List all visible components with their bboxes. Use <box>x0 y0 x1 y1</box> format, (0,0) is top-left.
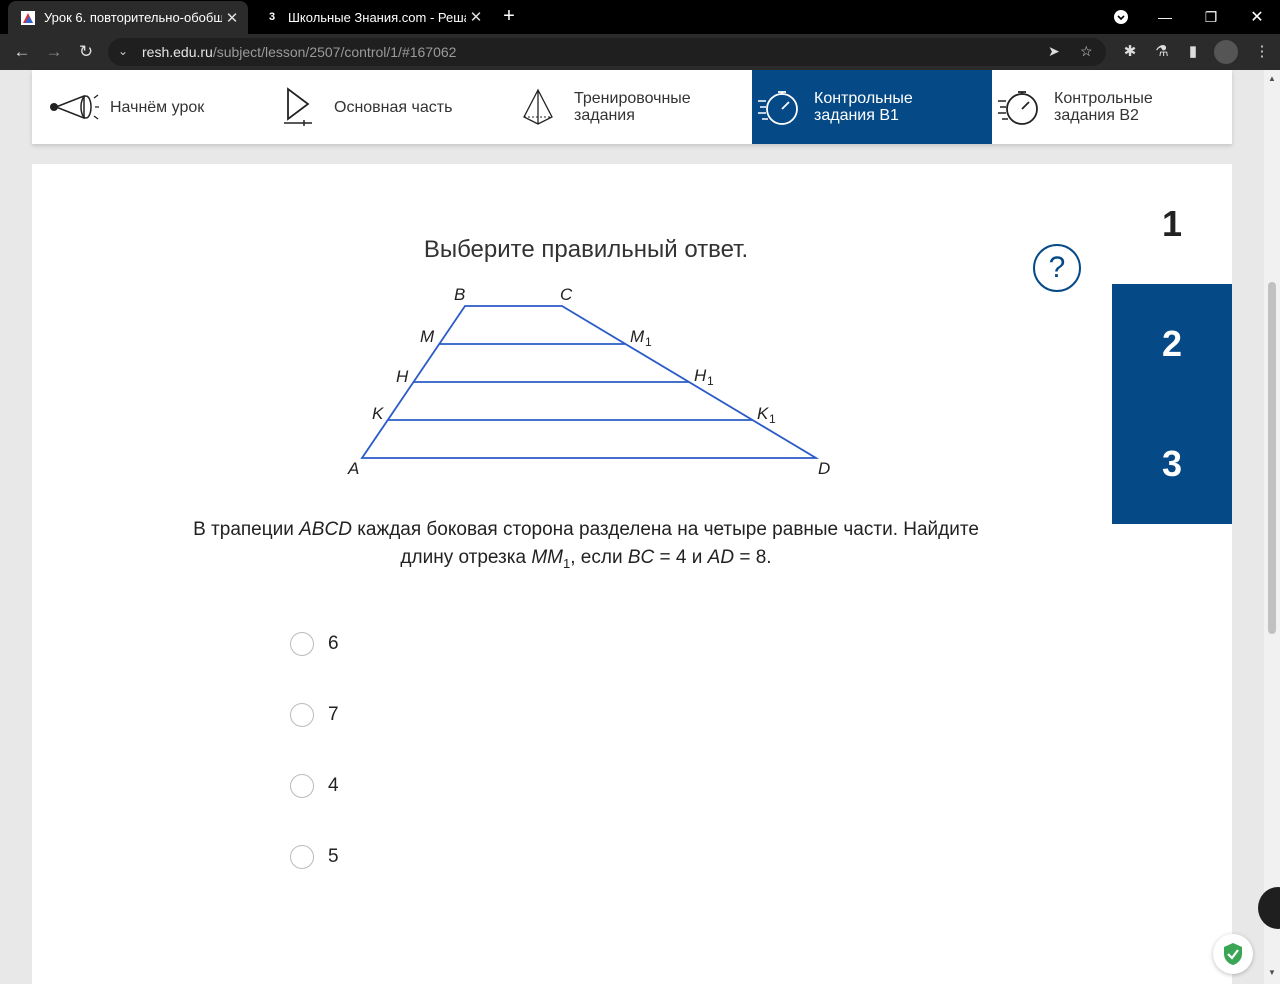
trapezoid-figure: B C M M 1 H H 1 K K 1 A D <box>330 280 850 480</box>
step-main-part[interactable]: Основная часть <box>272 70 512 144</box>
menu-dots-icon[interactable]: ⋮ <box>1252 42 1272 62</box>
new-tab-button[interactable]: + <box>498 5 520 27</box>
option-label: 7 <box>328 704 339 725</box>
step-control-b1[interactable]: Контрольные задания В1 <box>752 70 992 144</box>
label-d: D <box>818 459 830 478</box>
label-c: C <box>560 285 573 304</box>
stopwatch-icon <box>752 87 804 127</box>
option-label: 5 <box>328 846 339 867</box>
step-label: Контрольные задания В2 <box>1054 90 1153 124</box>
scroll-up-icon[interactable]: ▲ <box>1268 74 1276 83</box>
reload-button[interactable]: ↻ <box>74 40 98 64</box>
scrollbar-thumb[interactable] <box>1268 282 1276 634</box>
label-m: M <box>420 327 435 346</box>
option-label: 4 <box>328 775 339 796</box>
label-h: H <box>396 367 409 386</box>
label-k1: K <box>757 404 769 423</box>
label-h1-sub: 1 <box>707 374 714 388</box>
side-panel-icon[interactable]: ▮ <box>1183 42 1203 62</box>
browser-tab-active[interactable]: Урок 6. повторительно-обобща ✕ <box>8 1 248 34</box>
question-title: Выберите правильный ответ. <box>423 236 749 263</box>
question-number-2[interactable]: 2 <box>1112 284 1232 404</box>
answer-option[interactable]: 4 <box>290 773 339 799</box>
answer-option[interactable]: 7 <box>290 702 339 728</box>
send-icon[interactable]: ➤ <box>1048 43 1060 60</box>
lab-flask-icon[interactable]: ⚗ <box>1152 42 1172 62</box>
radio-button[interactable] <box>290 774 314 798</box>
pyramid-icon <box>512 87 564 127</box>
resh-favicon-icon <box>20 10 36 26</box>
tab-title: Школьные Знания.com - Решае <box>288 9 466 25</box>
megaphone-icon <box>48 87 100 127</box>
step-label: Тренировочные задания <box>574 90 691 124</box>
shield-check-icon[interactable] <box>1213 934 1253 974</box>
scroll-down-icon[interactable]: ▼ <box>1268 968 1276 977</box>
step-training[interactable]: Тренировочные задания <box>512 70 752 144</box>
restore-button[interactable]: ❐ <box>1196 0 1226 34</box>
url-text[interactable]: resh.edu.ru/subject/lesson/2507/control/… <box>142 44 456 60</box>
step-label: Основная часть <box>334 98 453 116</box>
forward-button[interactable]: → <box>42 40 66 64</box>
minimize-button[interactable]: — <box>1150 0 1180 34</box>
lesson-step-nav: Начнём урок Основная часть Тренировочные… <box>32 70 1232 144</box>
answer-option[interactable]: 6 <box>290 631 339 657</box>
label-k1-sub: 1 <box>769 412 776 426</box>
browser-tab[interactable]: 3 Школьные Знания.com - Решае ✕ <box>252 0 492 34</box>
site-info-icon[interactable]: ⌄ <box>118 44 128 58</box>
step-start-lesson[interactable]: Начнём урок <box>48 70 268 144</box>
page-scrollbar[interactable]: ▲ ▼ <box>1264 70 1280 984</box>
tab-search-icon[interactable] <box>1108 0 1134 34</box>
radio-button[interactable] <box>290 845 314 869</box>
browser-toolbar: ← → ↻ ⌄ resh.edu.ru/subject/lesson/2507/… <box>0 34 1280 70</box>
answer-option[interactable]: 5 <box>290 844 339 870</box>
close-tab-icon[interactable]: ✕ <box>466 8 486 26</box>
tab-title: Урок 6. повторительно-обобща <box>44 10 222 25</box>
stopwatch-icon <box>992 87 1044 127</box>
question-text: В трапеции ABCD каждая боковая сторона р… <box>193 519 979 571</box>
step-label: Контрольные задания В1 <box>814 90 913 124</box>
label-m1-sub: 1 <box>645 335 652 349</box>
help-button[interactable]: ? <box>1033 244 1081 292</box>
radio-button[interactable] <box>290 703 314 727</box>
step-label: Начнём урок <box>110 98 205 116</box>
radio-button[interactable] <box>290 632 314 656</box>
close-window-button[interactable]: ✕ <box>1242 0 1272 34</box>
play-icon <box>272 87 324 127</box>
label-m1: M <box>630 327 645 346</box>
label-h1: H <box>694 366 707 385</box>
address-bar[interactable]: ⌄ resh.edu.ru/subject/lesson/2507/contro… <box>108 38 1106 66</box>
close-tab-icon[interactable]: ✕ <box>222 9 242 27</box>
label-b: B <box>454 285 465 304</box>
label-k: K <box>372 404 384 423</box>
step-control-b2[interactable]: Контрольные задания В2 <box>992 70 1232 144</box>
question-number-1[interactable]: 1 <box>1112 164 1232 284</box>
bookmark-star-icon[interactable]: ☆ <box>1080 43 1093 60</box>
profile-avatar[interactable] <box>1214 40 1238 64</box>
browser-tab-bar: Урок 6. повторительно-обобща ✕ 3 Школьны… <box>0 0 1280 34</box>
extensions-puzzle-icon[interactable]: ✱ <box>1120 42 1140 62</box>
znanija-favicon-icon: 3 <box>268 11 276 23</box>
question-number-3[interactable]: 3 <box>1112 404 1232 524</box>
option-label: 6 <box>328 633 339 654</box>
label-a: A <box>347 459 359 478</box>
back-button[interactable]: ← <box>10 40 34 64</box>
